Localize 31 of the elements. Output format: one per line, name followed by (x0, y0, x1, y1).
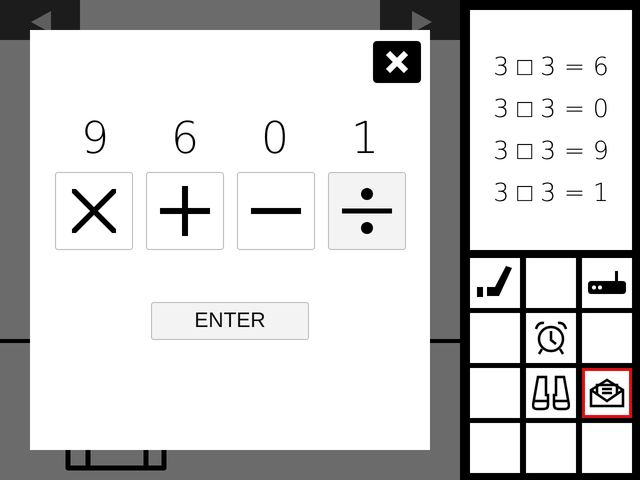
close-icon (384, 49, 410, 75)
router-icon (587, 271, 627, 295)
binoculars-icon (532, 375, 570, 411)
inventory-slot[interactable] (470, 258, 520, 308)
inventory-slot[interactable] (582, 368, 632, 418)
multiply-icon (72, 189, 116, 233)
close-button[interactable] (373, 41, 421, 83)
number-label: 6 (170, 113, 200, 165)
equation-text: 3 □ 3 = 9 (493, 135, 609, 167)
add-button[interactable] (146, 172, 224, 250)
plus-icon (160, 186, 210, 236)
divide-icon (342, 188, 392, 234)
left-arrow-icon[interactable] (31, 11, 51, 33)
equation-text: 3 □ 3 = 6 (493, 51, 609, 83)
equation-text: 3 □ 3 = 1 (493, 177, 609, 209)
minus-icon (250, 208, 300, 214)
right-arrow-icon[interactable] (412, 11, 432, 33)
inventory-slot[interactable] (582, 258, 632, 308)
envelope-icon (589, 378, 625, 408)
number-label: 1 (350, 113, 380, 165)
inventory-slot[interactable] (526, 313, 576, 363)
enter-button[interactable]: ENTER (151, 302, 309, 340)
hockey-stick-icon (475, 266, 515, 300)
multiply-button[interactable] (54, 172, 132, 250)
equation-text: 3 □ 3 = 0 (493, 93, 609, 125)
divide-button[interactable] (328, 172, 406, 250)
number-label: 0 (260, 113, 290, 165)
number-label: 9 (80, 113, 110, 165)
inventory-slot[interactable] (526, 368, 576, 418)
subtract-button[interactable] (236, 172, 314, 250)
alarm-clock-icon (533, 320, 569, 356)
